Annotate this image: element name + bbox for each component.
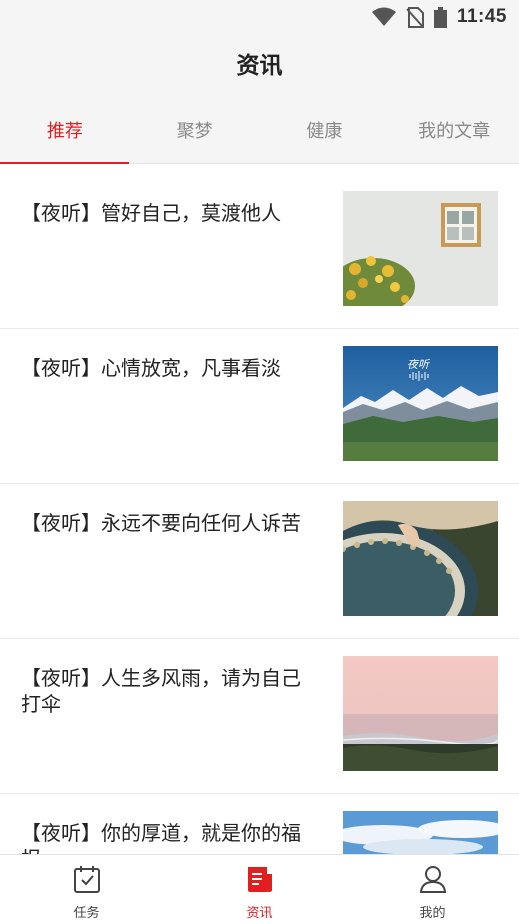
nav-profile-label: 我的 xyxy=(419,906,446,921)
tab-my-articles[interactable]: 我的文章 xyxy=(389,100,519,164)
person-icon xyxy=(417,863,449,895)
tab-health[interactable]: 健康 xyxy=(260,100,390,164)
battery-icon xyxy=(433,6,447,28)
article-title: 【夜听】人生多风雨，请为自己打伞 xyxy=(21,666,301,716)
article-title: 【夜听】你的厚道，就是你的福报 xyxy=(21,821,301,854)
article-thumbnail xyxy=(343,811,498,854)
article-thumbnail xyxy=(343,656,498,771)
news-icon xyxy=(244,863,276,895)
article-title: 【夜听】永远不要向任何人诉苦 xyxy=(21,511,301,535)
page-title: 资讯 xyxy=(236,53,283,79)
tab-bar: 推荐 聚梦 健康 我的文章 xyxy=(0,100,519,165)
article-thumbnail xyxy=(343,501,498,616)
nav-tasks-label: 任务 xyxy=(73,906,100,921)
wifi-icon xyxy=(371,7,396,27)
nav-news-label: 资讯 xyxy=(246,906,273,921)
article-item[interactable]: 【夜听】你的厚道，就是你的福报 xyxy=(0,794,519,854)
article-thumbnail xyxy=(343,191,498,306)
bottom-navigation: 任务 资讯 我的 xyxy=(0,854,519,924)
tab-recommended[interactable]: 推荐 xyxy=(0,100,130,165)
article-title: 【夜听】心情放宽，凡事看淡 xyxy=(21,356,281,380)
article-list[interactable]: 【夜听】管好自己，莫渡他人 【夜听】心情放宽，凡事看淡 夜听 【夜听】永远不要向… xyxy=(0,174,519,854)
article-title: 【夜听】管好自己，莫渡他人 xyxy=(21,201,281,225)
article-item[interactable]: 【夜听】人生多风雨，请为自己打伞 xyxy=(0,639,519,794)
tab-jumeng[interactable]: 聚梦 xyxy=(130,100,260,164)
article-item[interactable]: 【夜听】永远不要向任何人诉苦 xyxy=(0,484,519,639)
nav-tasks[interactable]: 任务 xyxy=(0,855,173,924)
divider xyxy=(0,164,519,174)
nav-news[interactable]: 资讯 xyxy=(173,855,346,924)
article-item[interactable]: 【夜听】管好自己，莫渡他人 xyxy=(0,174,519,329)
status-bar: 11:45 xyxy=(0,0,519,34)
thumbnail-caption: 夜听 xyxy=(407,358,431,371)
no-sim-icon xyxy=(406,6,424,28)
top-area: 11:45 资讯 推荐 聚梦 健康 我的文章 xyxy=(0,0,519,165)
article-thumbnail: 夜听 xyxy=(343,346,498,461)
status-time: 11:45 xyxy=(456,6,507,27)
calendar-check-icon xyxy=(71,863,103,895)
article-item[interactable]: 【夜听】心情放宽，凡事看淡 夜听 xyxy=(0,329,519,484)
nav-profile[interactable]: 我的 xyxy=(346,855,519,924)
